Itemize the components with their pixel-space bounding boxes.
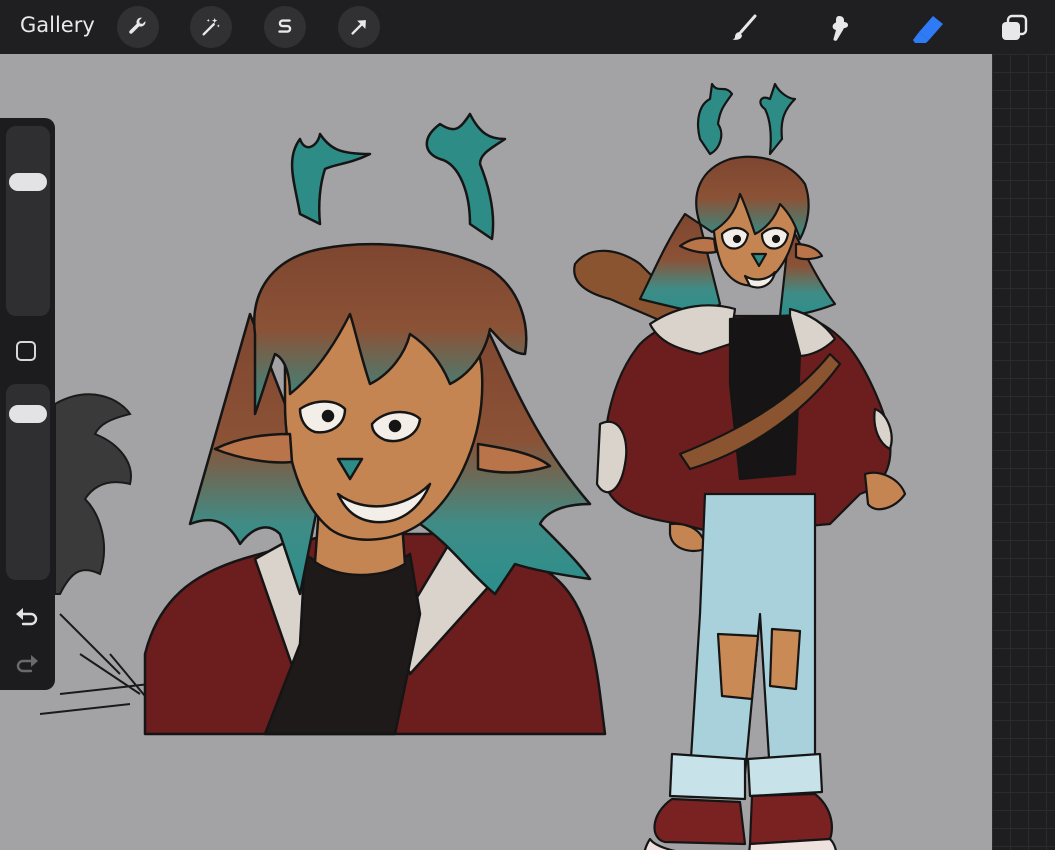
opacity-slider[interactable] [6,384,50,580]
character-full-body-sketch [573,82,907,850]
eraser-icon[interactable] [908,8,948,48]
adjustments-magic-wand-icon[interactable] [190,6,232,48]
left-sidebar [0,118,55,690]
undo-arrow-icon[interactable] [12,603,42,627]
layers-icon[interactable] [994,8,1034,48]
smudge-icon[interactable] [820,8,860,48]
character-bust-sketch [143,112,607,736]
partial-dark-sketch [39,393,161,715]
actions-wrench-icon[interactable] [117,6,159,48]
brush-icon[interactable] [724,8,764,48]
opacity-knob[interactable] [9,404,47,423]
gallery-button[interactable]: Gallery [20,13,95,37]
drawing-canvas[interactable] [0,54,992,850]
brush-size-knob[interactable] [9,173,47,191]
redo-arrow-icon[interactable] [12,650,42,674]
transform-arrow-icon[interactable] [338,6,380,48]
brush-size-slider[interactable] [6,126,50,316]
artwork [39,82,907,850]
top-toolbar: Gallery [0,0,1055,54]
reference-grid-panel [992,54,1055,850]
square-modify-icon[interactable] [16,341,36,361]
selection-s-icon[interactable] [264,6,306,48]
